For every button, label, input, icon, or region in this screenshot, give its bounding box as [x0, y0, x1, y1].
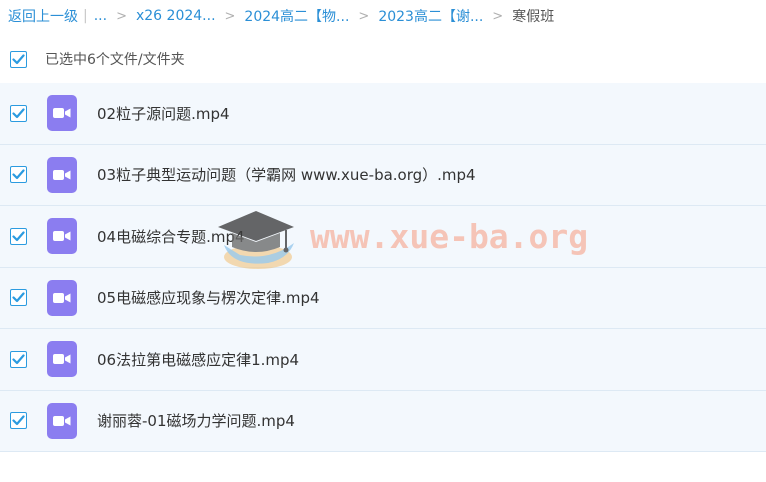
- file-checkbox[interactable]: [10, 412, 27, 430]
- file-checkbox[interactable]: [10, 289, 27, 307]
- select-all-checkbox[interactable]: [10, 50, 27, 68]
- file-row[interactable]: 06法拉第电磁感应定律1.mp4: [0, 329, 766, 391]
- checkmark-icon: [12, 292, 25, 303]
- file-checkbox[interactable]: [10, 350, 27, 368]
- breadcrumb-item-1[interactable]: x26 2024...: [136, 8, 216, 24]
- file-name[interactable]: 06法拉第电磁感应定律1.mp4: [97, 349, 299, 370]
- selection-bar: 已选中6个文件/文件夹: [0, 44, 766, 74]
- breadcrumb-current: 寒假班: [512, 9, 555, 25]
- video-icon: [47, 402, 77, 439]
- breadcrumb-item-3[interactable]: 2023高二【谢...: [378, 6, 483, 26]
- checkmark-icon: [12, 53, 25, 64]
- file-name[interactable]: 03粒子典型运动问题（学霸网 www.xue-ba.org）.mp4: [97, 164, 476, 185]
- file-row[interactable]: 谢丽蓉-01磁场力学问题.mp4: [0, 390, 766, 452]
- breadcrumb-ellipsis[interactable]: ...: [94, 8, 107, 24]
- breadcrumb: 返回上一级 | ... > x26 2024... > 2024高二【物... …: [8, 5, 554, 27]
- file-checkbox[interactable]: [10, 166, 27, 184]
- chevron-right-icon: >: [224, 8, 236, 24]
- file-list: 02粒子源问题.mp4 03粒子典型运动问题（学霸网 www.xue-ba.or…: [0, 83, 766, 452]
- breadcrumb-item-2[interactable]: 2024高二【物...: [244, 6, 349, 26]
- checkmark-icon: [12, 169, 25, 180]
- checkmark-icon: [12, 415, 25, 426]
- chevron-right-icon: >: [492, 8, 504, 24]
- selection-count-text: 已选中6个文件/文件夹: [45, 52, 185, 68]
- file-name[interactable]: 02粒子源问题.mp4: [97, 103, 230, 124]
- file-row[interactable]: 05电磁感应现象与楞次定律.mp4: [0, 267, 766, 329]
- chevron-right-icon: >: [116, 8, 127, 24]
- video-icon: [47, 95, 77, 132]
- file-name[interactable]: 04电磁综合专题.mp4: [97, 226, 245, 247]
- video-icon: [47, 279, 77, 316]
- video-icon: [47, 156, 77, 193]
- file-row[interactable]: 02粒子源问题.mp4: [0, 83, 766, 145]
- video-icon: [47, 341, 77, 378]
- breadcrumb-divider: |: [83, 8, 88, 24]
- back-link[interactable]: 返回上一级: [8, 6, 78, 26]
- file-row[interactable]: 03粒子典型运动问题（学霸网 www.xue-ba.org）.mp4: [0, 144, 766, 206]
- video-icon: [47, 218, 77, 255]
- file-checkbox[interactable]: [10, 227, 27, 245]
- file-name[interactable]: 谢丽蓉-01磁场力学问题.mp4: [97, 410, 295, 431]
- file-row[interactable]: 04电磁综合专题.mp4: [0, 206, 766, 268]
- file-name[interactable]: 05电磁感应现象与楞次定律.mp4: [97, 287, 320, 308]
- checkmark-icon: [12, 354, 25, 364]
- checkmark-icon: [12, 231, 25, 241]
- chevron-right-icon: >: [358, 8, 370, 24]
- file-checkbox[interactable]: [10, 104, 27, 122]
- checkmark-icon: [12, 108, 25, 118]
